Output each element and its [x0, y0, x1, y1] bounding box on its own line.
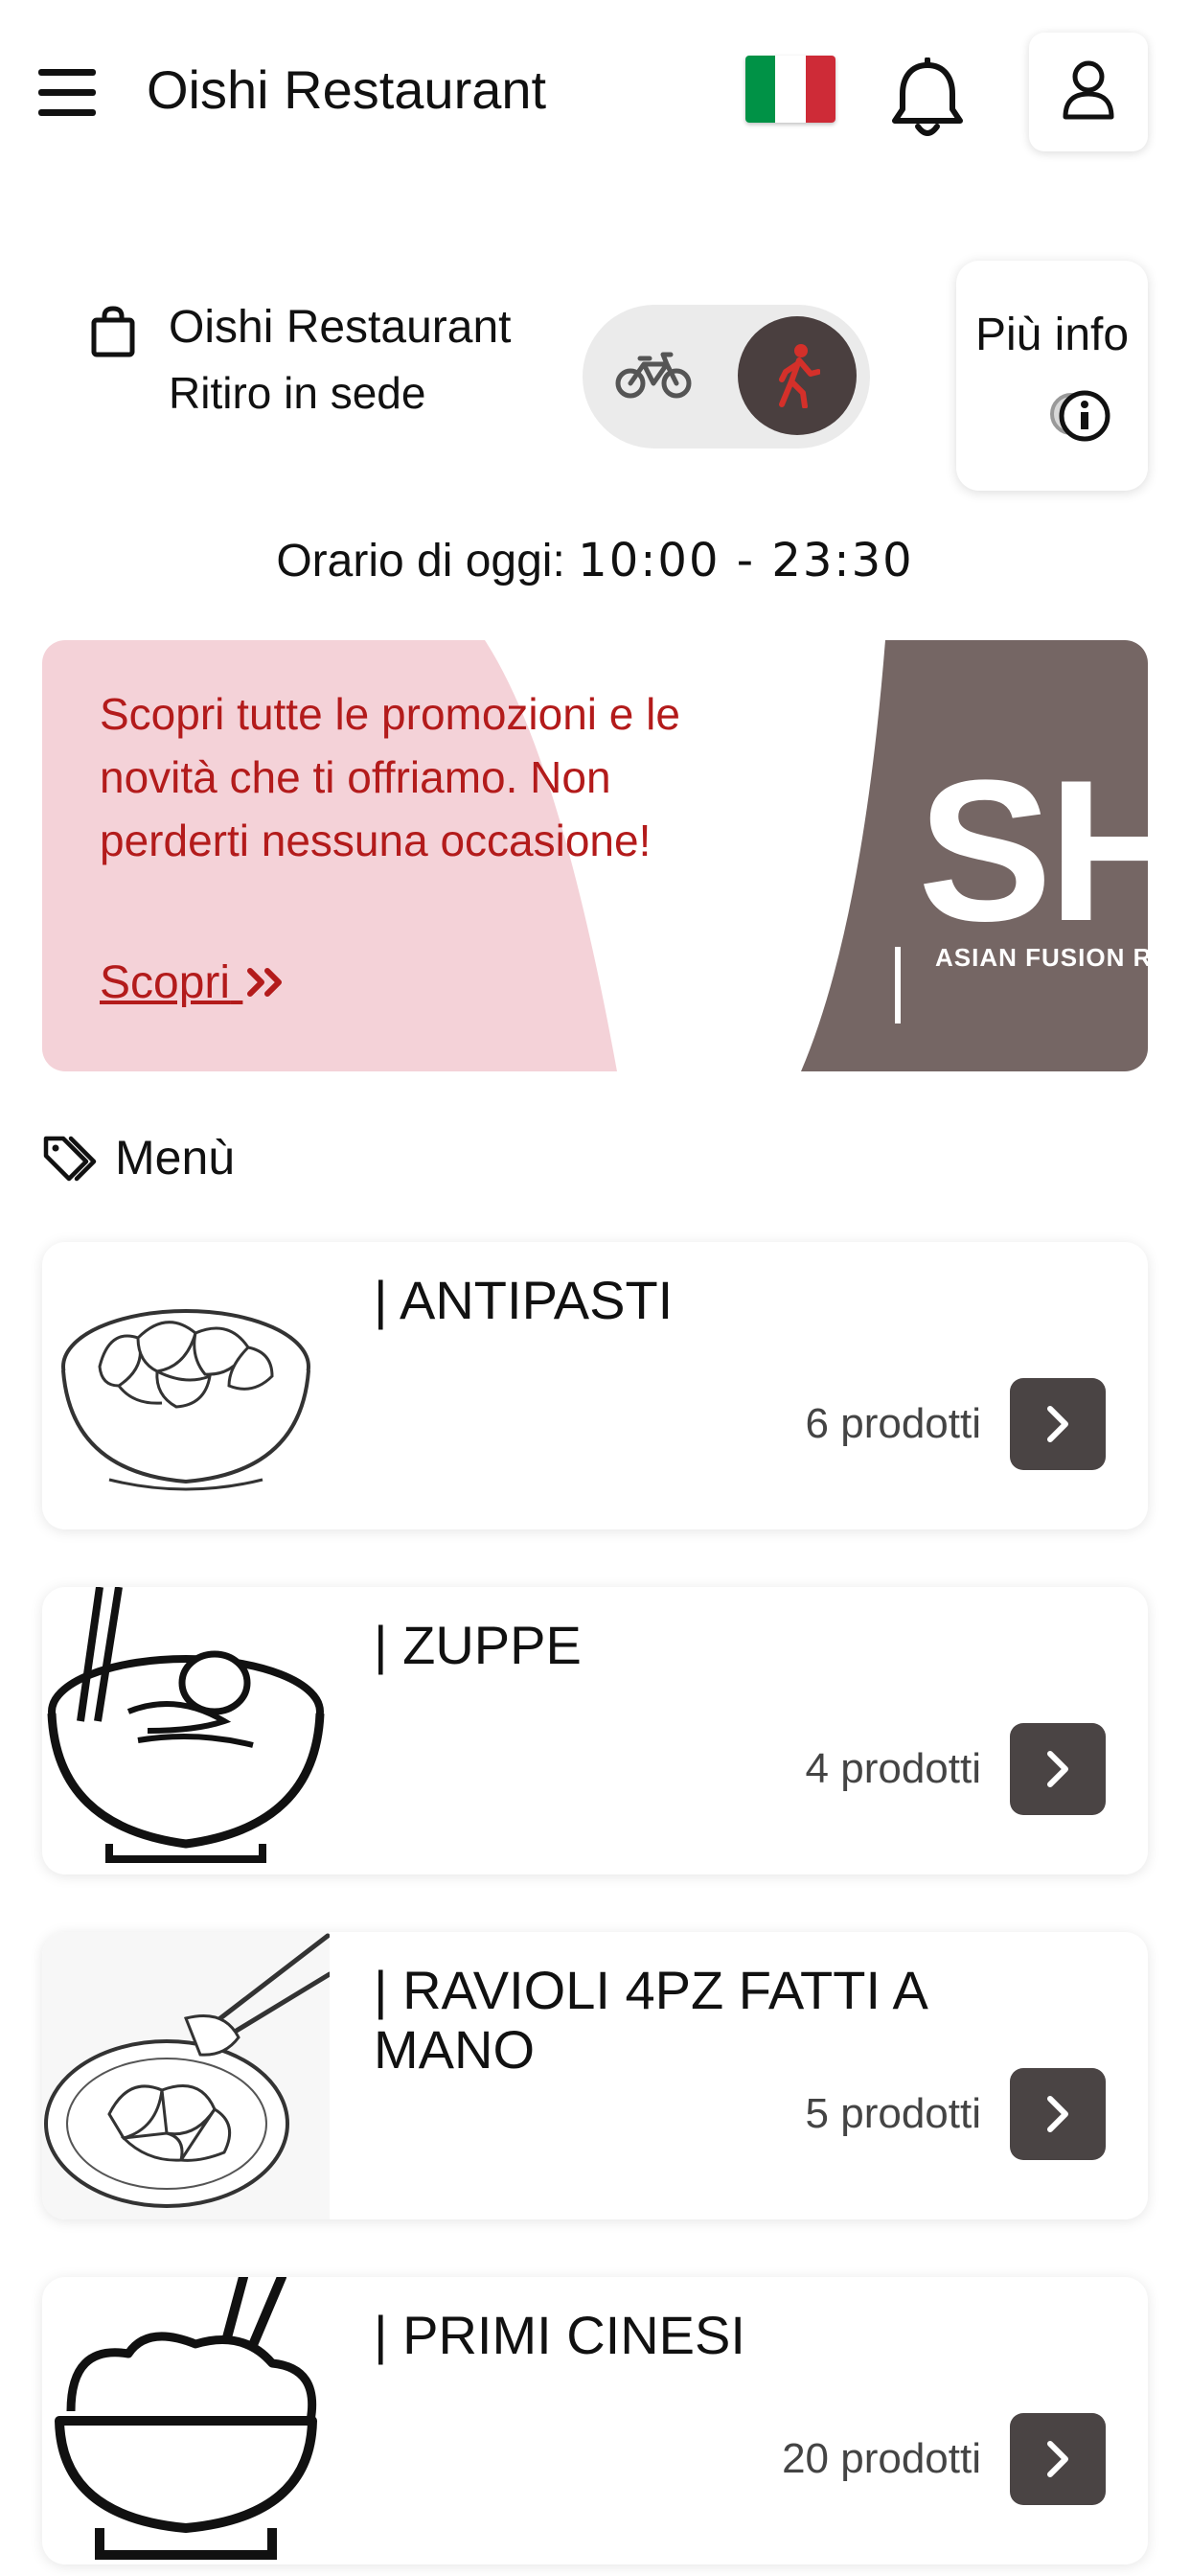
chevron-right-icon	[1047, 2096, 1068, 2132]
open-category-button[interactable]	[1010, 1378, 1106, 1470]
app-header: Oishi Restaurant	[0, 0, 1190, 182]
chevron-right-icon	[1047, 1406, 1068, 1442]
double-chevron-right-icon	[246, 953, 286, 1014]
hours-value: 10:00 - 23:30	[578, 534, 914, 587]
store-name: Oishi Restaurant	[169, 302, 512, 353]
shopping-bag-icon	[90, 305, 136, 358]
category-title: | ANTIPASTI	[374, 1270, 674, 1330]
category-count: 4 prodotti	[805, 1745, 981, 1792]
tags-icon	[43, 1136, 97, 1182]
category-title: | RAVIOLI 4PZ FATTI A MANO	[374, 1960, 926, 2080]
more-info-button[interactable]: Più info	[956, 261, 1148, 491]
open-category-button[interactable]	[1010, 1723, 1106, 1815]
walking-person-icon[interactable]	[738, 316, 857, 435]
promo-banner[interactable]: Scopri tutte le promozioni e le novità c…	[42, 640, 1148, 1071]
open-category-button[interactable]	[1010, 2413, 1106, 2505]
chevron-right-icon	[1047, 2441, 1068, 2477]
app-title: Oishi Restaurant	[147, 59, 547, 120]
category-title: | PRIMI CINESI	[374, 2305, 745, 2365]
logo-text: SH	[918, 738, 1148, 963]
ravioli-plate-icon	[42, 1932, 330, 2220]
promo-link-label: Scopri	[100, 957, 231, 1008]
bell-icon[interactable]	[889, 57, 966, 144]
promo-text: Scopri tutte le promozioni e le novità c…	[100, 689, 680, 865]
category-count: 20 prodotti	[782, 2435, 981, 2482]
more-info-label: Più info	[974, 310, 1130, 360]
category-card-zuppe[interactable]: | ZUPPE 4 prodotti	[42, 1587, 1148, 1874]
category-title: | ZUPPE	[374, 1615, 582, 1675]
menu-heading-label: Menù	[115, 1131, 236, 1184]
user-icon	[1063, 60, 1114, 120]
opening-hours: Orario di oggi: 10:00 - 23:30	[0, 527, 1190, 595]
dumpling-bowl-icon	[61, 1309, 310, 1491]
info-icon	[1050, 390, 1110, 442]
category-card-primi-cinesi[interactable]: | PRIMI CINESI 20 prodotti	[42, 2277, 1148, 2564]
hamburger-icon[interactable]	[38, 65, 100, 119]
hours-label: Orario di oggi:	[276, 536, 565, 586]
rice-bowl-icon	[55, 2277, 317, 2560]
bicycle-icon[interactable]	[615, 349, 692, 402]
logo-subtext: ASIAN FUSION RESTA	[935, 943, 1148, 972]
soup-bowl-icon	[47, 1587, 325, 1863]
account-button[interactable]	[1029, 33, 1148, 151]
category-card-ravioli[interactable]: | RAVIOLI 4PZ FATTI A MANO 5 prodotti	[42, 1932, 1148, 2220]
category-card-antipasti[interactable]: | ANTIPASTI 6 prodotti	[42, 1242, 1148, 1530]
category-count: 6 prodotti	[805, 1400, 981, 1447]
open-category-button[interactable]	[1010, 2068, 1106, 2160]
menu-heading: Menù	[42, 1123, 235, 1192]
pickup-mode: Ritiro in sede	[169, 368, 426, 418]
italy-flag-icon[interactable]	[745, 56, 835, 123]
restaurant-logo: SH ASIAN FUSION RESTA	[874, 640, 1148, 1071]
delivery-mode-toggle[interactable]	[583, 305, 870, 448]
promo-link[interactable]: Scopri	[100, 953, 286, 1014]
chevron-right-icon	[1047, 1751, 1068, 1787]
category-count: 5 prodotti	[805, 2090, 981, 2137]
